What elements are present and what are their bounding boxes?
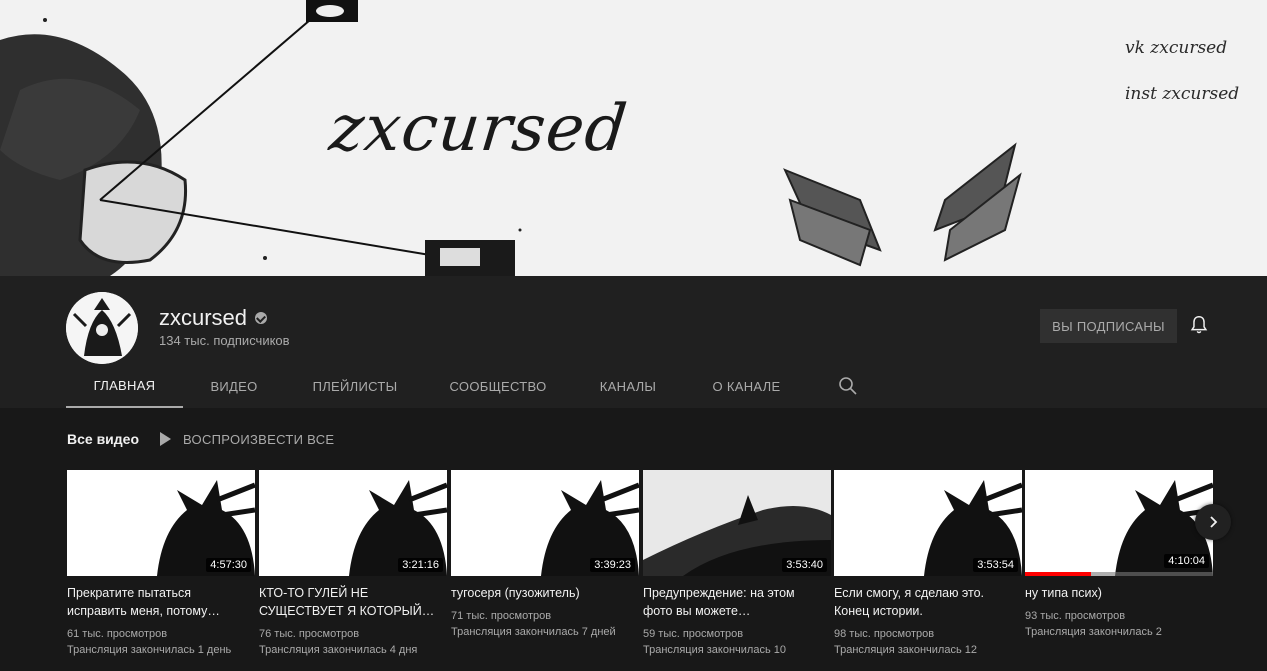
video-duration: 3:53:40 [782, 558, 827, 572]
channel-name[interactable]: zxcursed [159, 305, 247, 331]
subscribed-button[interactable]: ВЫ ПОДПИСАНЫ [1040, 309, 1177, 343]
video-views: 98 тыс. просмотров [834, 628, 935, 640]
channel-header: zxcursed 134 тыс. подписчиков ВЫ ПОДПИСА… [0, 276, 1267, 408]
video-title[interactable]: Прекратите пытаться исправить меня, пото… [67, 584, 251, 620]
video-thumbnail[interactable]: 4:57:30 [67, 470, 255, 576]
video-thumbnail[interactable]: 3:39:23 [451, 470, 639, 576]
video-date: Трансляция закончилась 10 [643, 644, 786, 656]
video-date: Трансляция закончилась 4 дня [259, 644, 418, 656]
watch-progress-bar [1025, 572, 1091, 576]
video-title[interactable]: Если смогу, я сделаю это. Конец истории. [834, 584, 1018, 620]
tab-videos[interactable]: ВИДЕО [183, 364, 285, 408]
play-all-label: ВОСПРОИЗВЕСТИ ВСЕ [183, 431, 335, 447]
next-button[interactable] [1195, 504, 1231, 540]
video-duration: 3:21:16 [398, 558, 443, 572]
tab-home[interactable]: ГЛАВНАЯ [66, 364, 183, 408]
video-duration: 4:10:04 [1164, 554, 1209, 568]
video-title[interactable]: ну типа псих) [1025, 584, 1209, 602]
video-date: Трансляция закончилась 2 [1025, 626, 1162, 638]
video-duration: 3:53:54 [973, 558, 1018, 572]
video-title[interactable]: Предупреждение: на этом фото вы можете… [643, 584, 827, 620]
shelf-title[interactable]: Все видео [67, 431, 139, 447]
banner-title: zxcursed [326, 92, 632, 166]
search-icon[interactable] [836, 374, 860, 398]
banner-artwork [0, 0, 1022, 276]
video-views: 76 тыс. просмотров [259, 628, 360, 640]
channel-avatar[interactable] [66, 292, 138, 364]
tab-community[interactable]: СООБЩЕСТВО [425, 364, 571, 408]
subscriber-count: 134 тыс. подписчиков [159, 333, 290, 348]
chevron-right-icon [1210, 516, 1218, 528]
video-duration: 3:39:23 [590, 558, 635, 572]
video-thumbnail[interactable]: 4:10:04 [1025, 470, 1213, 576]
video-duration: 4:57:30 [206, 558, 251, 572]
tab-channels[interactable]: КАНАЛЫ [571, 364, 685, 408]
play-all-button[interactable]: ВОСПРОИЗВЕСТИ ВСЕ [160, 431, 334, 447]
video-views: 59 тыс. просмотров [643, 628, 744, 640]
video-title[interactable]: тугосеря (пузожитель) [451, 584, 635, 602]
video-views: 61 тыс. просмотров [67, 628, 168, 640]
video-views: 71 тыс. просмотров [451, 610, 552, 622]
banner-social-vk: vk zxcursed [1125, 38, 1228, 58]
banner-social-inst: inst zxcursed [1125, 84, 1240, 104]
video-date: Трансляция закончилась 7 дней [451, 626, 616, 638]
tab-about[interactable]: О КАНАЛЕ [685, 364, 808, 408]
video-views: 93 тыс. просмотров [1025, 610, 1126, 622]
video-date: Трансляция закончилась 1 день [67, 644, 232, 656]
channel-banner: zxcursed vk zxcursed inst zxcursed [0, 0, 1267, 276]
verified-check-icon [255, 312, 267, 324]
play-icon [160, 432, 171, 446]
tab-playlists[interactable]: ПЛЕЙЛИСТЫ [285, 364, 425, 408]
video-thumbnail[interactable]: 3:53:40 [643, 470, 831, 576]
video-title[interactable]: КТО-ТО ГУЛЕЙ НЕ СУЩЕСТВУЕТ Я КОТОРЫЙ… [259, 584, 443, 620]
bell-icon[interactable] [1188, 314, 1210, 336]
video-thumbnail[interactable]: 3:21:16 [259, 470, 447, 576]
video-thumbnail[interactable]: 3:53:54 [834, 470, 1022, 576]
video-date: Трансляция закончилась 12 [834, 644, 977, 656]
